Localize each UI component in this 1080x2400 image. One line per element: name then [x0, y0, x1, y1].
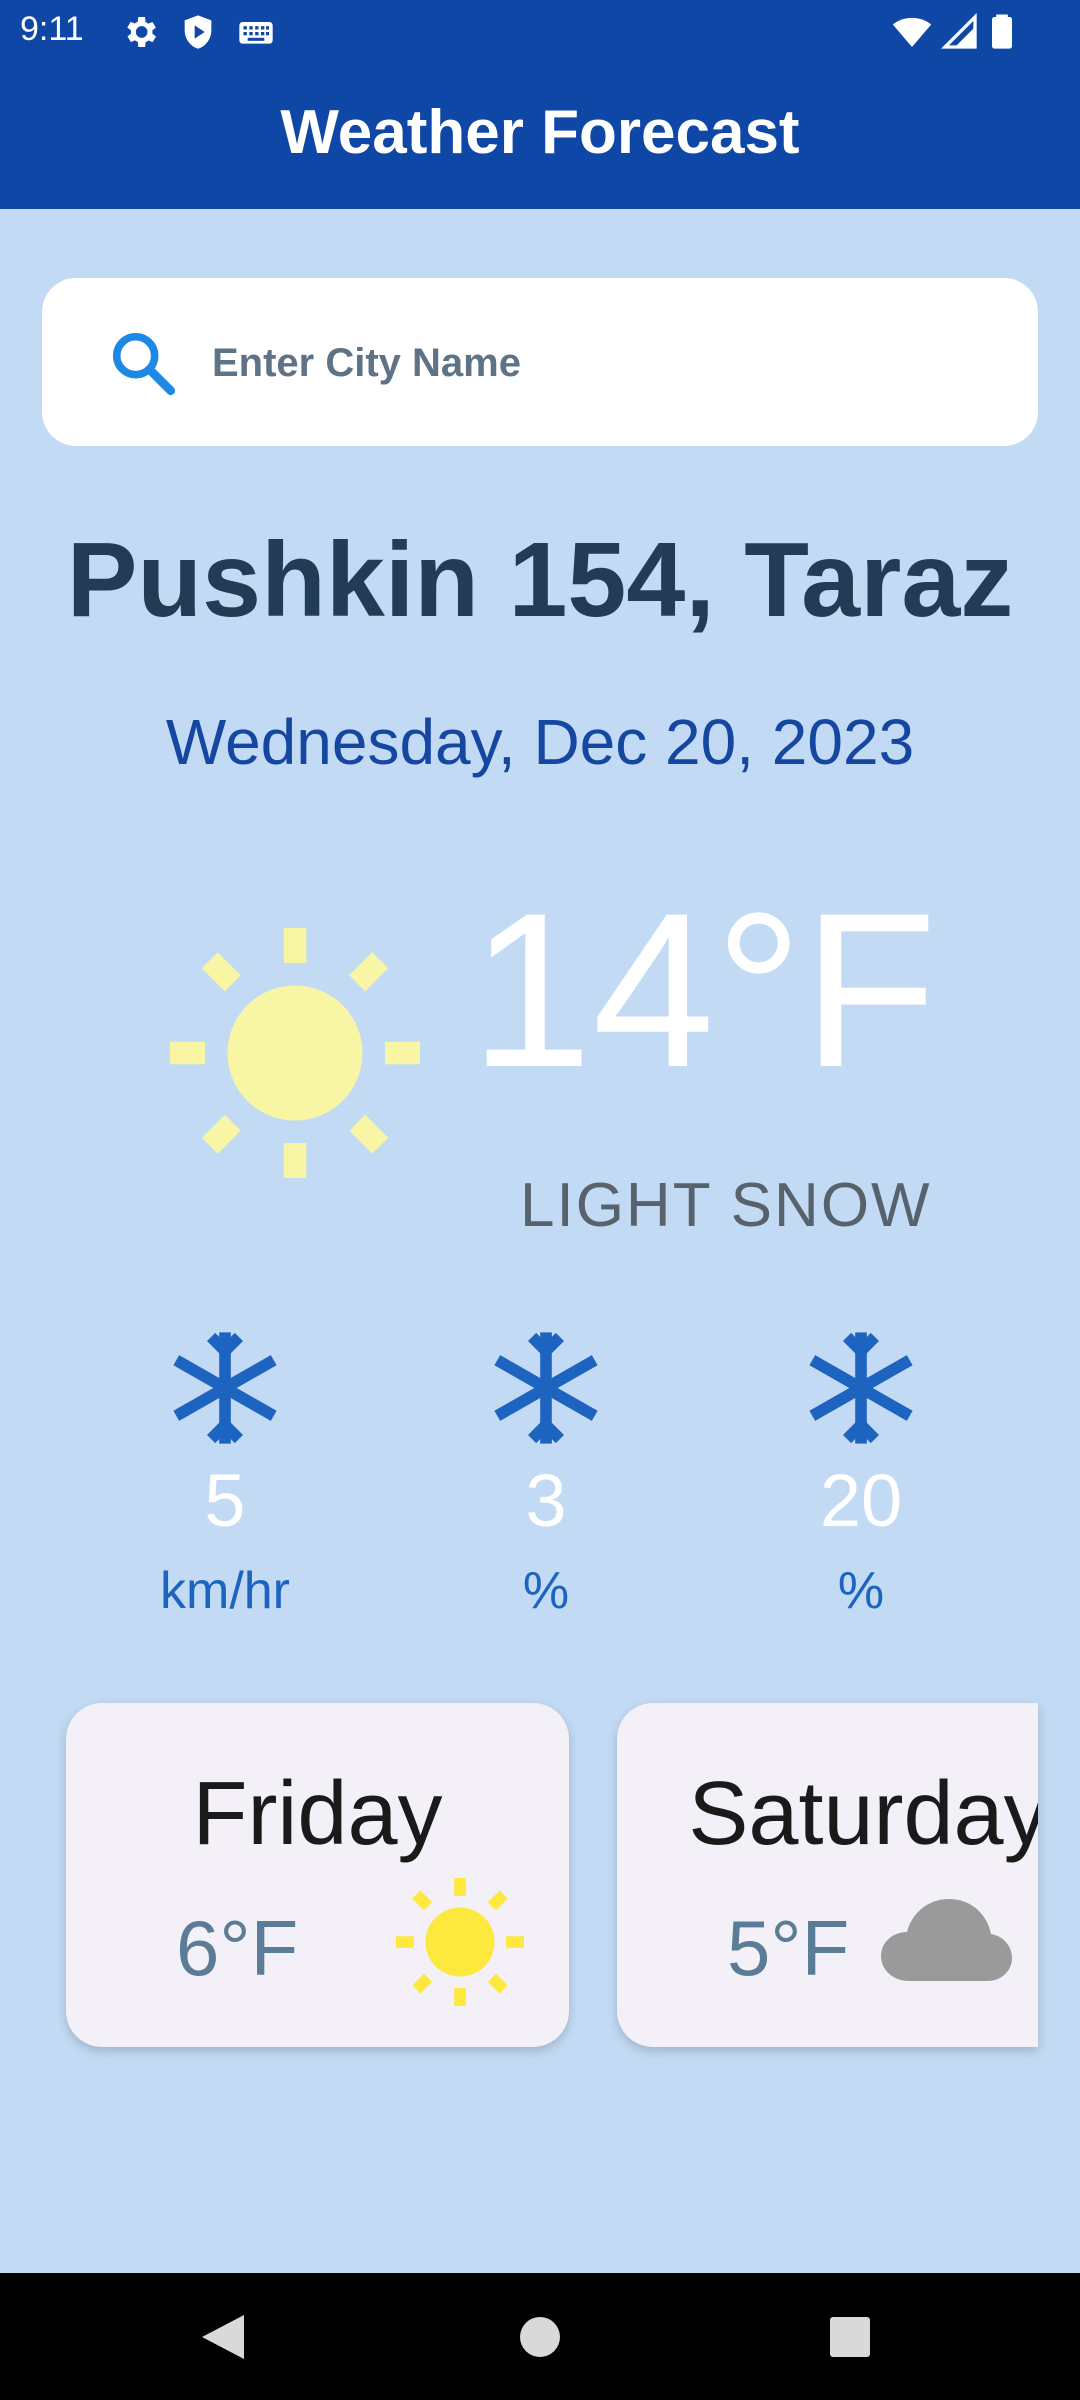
wind-speed-unit: km/hr: [160, 1562, 290, 1620]
location-name: Pushkin 154, Taraz: [66, 521, 1014, 639]
status-time: 9:11: [20, 10, 84, 48]
humidity-value: 3: [525, 1459, 567, 1542]
forecast-day: Saturday: [688, 1764, 1038, 1864]
keyboard-icon: [239, 22, 273, 44]
humidity-unit: %: [522, 1562, 570, 1620]
search-bar[interactable]: [42, 278, 1038, 446]
snowflake-icon: [809, 1332, 913, 1444]
search-icon: [112, 332, 176, 396]
sun-icon: [170, 928, 420, 1178]
recents-icon[interactable]: [830, 2317, 870, 2357]
current-temperature: 14°F: [470, 867, 938, 1113]
precipitation-value: 20: [819, 1459, 903, 1542]
humidity-stat: 3 %: [436, 1330, 656, 1621]
forecast-card[interactable]: Friday 6°F: [66, 1703, 569, 2047]
weather-condition: LIGHT SNOW: [520, 1171, 932, 1240]
forecast-temp: 5°F: [727, 1904, 850, 1992]
city-search-input[interactable]: [210, 318, 1014, 408]
gear-icon: [127, 17, 156, 47]
page-title: Weather Forecast: [280, 98, 800, 167]
wind-speed-stat: 5 km/hr: [115, 1330, 335, 1621]
snowflake-icon: [173, 1332, 277, 1444]
wifi-icon: [892, 17, 932, 47]
battery-icon: [992, 14, 1012, 49]
precipitation-unit: %: [837, 1562, 885, 1620]
signal-icon: [940, 12, 977, 49]
app-header: 9:11 Weather Forecast: [0, 0, 1080, 209]
precipitation-stat: 20 %: [751, 1330, 971, 1621]
forecast-card[interactable]: Saturday 5°F: [617, 1703, 1038, 2047]
shield-play-icon: [184, 15, 212, 49]
back-icon[interactable]: [200, 2313, 246, 2361]
status-bar: 9:11: [0, 0, 1080, 63]
home-icon[interactable]: [519, 2316, 561, 2358]
sun-icon: [396, 1878, 524, 2006]
current-date: Wednesday, Dec 20, 2023: [165, 706, 915, 778]
cloud-icon: [881, 1899, 1012, 1981]
wind-speed-value: 5: [204, 1459, 246, 1542]
forecast-day: Friday: [192, 1764, 443, 1864]
system-navigation-bar: [0, 2273, 1080, 2400]
forecast-temp: 6°F: [176, 1904, 299, 1992]
snowflake-icon: [494, 1332, 598, 1444]
